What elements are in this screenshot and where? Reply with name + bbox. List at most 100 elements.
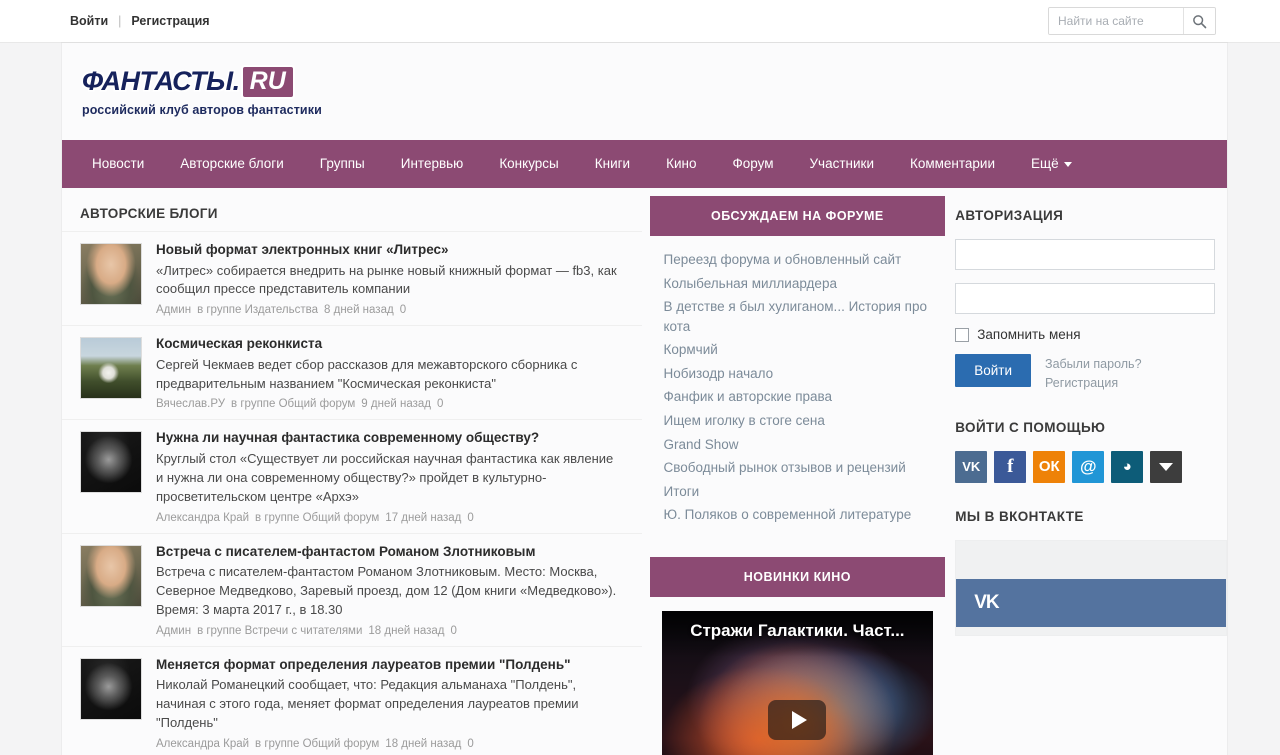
post-group[interactable]: в группе Общий форум <box>255 738 379 750</box>
nav-item-cinema[interactable]: Кино <box>648 140 714 188</box>
vkontakte-icon[interactable]: VK <box>955 450 988 483</box>
blog-post-item[interactable]: Меняется формат определения лауреатов пр… <box>62 645 642 755</box>
post-excerpt: Круглый стол «Существует ли российская н… <box>156 451 614 504</box>
site-header: ФАНТАСТЫ. RU российский клуб авторов фан… <box>62 43 1227 140</box>
post-title-link[interactable]: Новый формат электронных книг «Литрес» <box>156 241 624 259</box>
remember-me-checkbox[interactable] <box>955 327 970 342</box>
auth-panel-title: АВТОРИЗАЦИЯ <box>955 208 1064 223</box>
post-author[interactable]: Вячеслав.РУ <box>156 398 225 410</box>
logo-tagline: российский клуб авторов фантастики <box>82 102 322 117</box>
nav-item-groups[interactable]: Группы <box>302 140 383 188</box>
site-logo[interactable]: ФАНТАСТЫ. RU российский клуб авторов фан… <box>82 66 322 117</box>
vk-widget-bar: VK <box>956 578 1226 627</box>
list-item: В детстве я был хулиганом... История про… <box>664 297 932 336</box>
video-title: Стражи Галактики. Част... <box>690 620 905 640</box>
social-login-row: VK f ОК @ ◕ <box>955 450 1227 483</box>
blog-post-item[interactable]: Встреча с писателем-фантастом Романом Зл… <box>62 532 642 646</box>
register-link[interactable]: Регистрация <box>131 14 209 28</box>
top-bar-links: Войти | Регистрация <box>70 14 210 28</box>
post-thumbnail <box>80 544 142 607</box>
site-search <box>1048 7 1216 35</box>
post-comment-count: 0 <box>467 737 474 750</box>
search-button[interactable] <box>1183 8 1215 34</box>
password-field[interactable] <box>955 283 1216 314</box>
post-thumbnail <box>80 337 142 400</box>
forum-topic-link[interactable]: Ю. Поляков о современной литературе <box>664 507 912 522</box>
login-field[interactable] <box>955 239 1216 270</box>
more-providers-button[interactable] <box>1150 450 1183 483</box>
odnoklassniki-icon[interactable]: ОК <box>1033 450 1066 483</box>
forum-topic-link[interactable]: Кормчий <box>664 342 718 357</box>
forum-topic-link[interactable]: Переезд форума и обновленный сайт <box>664 252 902 267</box>
nav-item-forum[interactable]: Форум <box>714 140 791 188</box>
main-column: АВТОРСКИЕ БЛОГИ Новый формат электронных… <box>62 188 642 755</box>
post-date: 18 дней назад <box>385 737 462 750</box>
content-columns: АВТОРСКИЕ БЛОГИ Новый формат электронных… <box>62 188 1227 755</box>
post-group[interactable]: в группе Общий форум <box>231 398 355 410</box>
remember-me-label: Запомнить меня <box>977 327 1081 342</box>
post-title-link[interactable]: Меняется формат определения лауреатов пр… <box>156 656 624 674</box>
register-link-sidebar[interactable]: Регистрация <box>1045 374 1142 393</box>
post-comment-count: 0 <box>450 624 457 637</box>
nav-item-members[interactable]: Участники <box>791 140 892 188</box>
post-author[interactable]: Админ <box>156 304 191 316</box>
post-excerpt: Сергей Чекмаев ведет сбор рассказов для … <box>156 356 578 391</box>
post-author[interactable]: Админ <box>156 625 191 637</box>
play-button[interactable] <box>768 699 827 740</box>
blog-post-item[interactable]: Космическая реконкиста Сергей Чекмаев ве… <box>62 325 642 419</box>
forum-topic-link[interactable]: Ищем иголку в стоге сена <box>664 413 825 428</box>
vk-widget-title: МЫ В ВКОНТАКТЕ <box>955 508 1084 524</box>
post-group[interactable]: в группе Общий форум <box>255 512 379 524</box>
login-link[interactable]: Войти <box>70 14 108 28</box>
post-author[interactable]: Александра Край <box>156 512 249 524</box>
post-group[interactable]: в группе Издательства <box>197 304 318 316</box>
forum-topic-link[interactable]: Колыбельная миллиардера <box>664 276 837 291</box>
mailru-icon[interactable]: @ <box>1072 450 1105 483</box>
nav-item-contests[interactable]: Конкурсы <box>481 140 576 188</box>
page-title: АВТОРСКИЕ БЛОГИ <box>80 206 218 221</box>
auth-links: Забыли пароль? Регистрация <box>1045 354 1142 394</box>
nav-item-more[interactable]: Ещё <box>1013 140 1090 188</box>
list-item: Колыбельная миллиардера <box>664 274 932 294</box>
post-author[interactable]: Александра Край <box>156 738 249 750</box>
nav-item-interviews[interactable]: Интервью <box>383 140 482 188</box>
nav-item-books[interactable]: Книги <box>577 140 648 188</box>
search-input[interactable] <box>1049 8 1183 34</box>
remember-me-row: Запомнить меня <box>955 327 1227 342</box>
forgot-password-link[interactable]: Забыли пароль? <box>1045 355 1142 374</box>
blog-post-item[interactable]: Новый формат электронных книг «Литрес» «… <box>62 231 642 325</box>
post-meta: Александра Край в группе Общий форум 17 дн… <box>156 512 624 524</box>
forum-panel-title: ОБСУЖДАЕМ НА ФОРУМЕ <box>649 196 946 236</box>
topbar-separator: | <box>118 14 122 28</box>
chevron-down-icon <box>1159 462 1174 471</box>
nav-item-blogs[interactable]: Авторские блоги <box>162 140 302 188</box>
forum-topic-link[interactable]: В детстве я был хулиганом... История про… <box>664 299 928 334</box>
post-date: 17 дней назад <box>385 511 462 524</box>
forum-topic-link[interactable]: Фанфик и авторские права <box>664 389 833 404</box>
list-item: Свободный рынок отзывов и рецензий <box>664 458 932 478</box>
login-submit-button[interactable]: Войти <box>955 354 1032 387</box>
list-item: Переезд форума и обновленный сайт <box>664 250 932 270</box>
forum-topic-link[interactable]: Нобизодр начало <box>664 366 774 381</box>
post-meta: Админ в группе Издательства 8 дней назад 0 <box>156 304 624 316</box>
blog-post-item[interactable]: Нужна ли научная фантастика современному… <box>62 419 642 532</box>
auth-actions: Войти Забыли пароль? Регистрация <box>955 354 1227 394</box>
forum-topic-link[interactable]: Свободный рынок отзывов и рецензий <box>664 460 906 475</box>
post-title-link[interactable]: Встреча с писателем-фантастом Романом Зл… <box>156 543 624 561</box>
nav-item-comments[interactable]: Комментарии <box>892 140 1013 188</box>
post-thumbnail <box>80 657 142 720</box>
list-item: Ю. Поляков о современной литературе <box>664 505 932 525</box>
post-title-link[interactable]: Нужна ли научная фантастика современному… <box>156 429 624 447</box>
post-group[interactable]: в группе Встречи с читателями <box>197 625 362 637</box>
video-thumbnail[interactable]: Стражи Галактики. Част... <box>661 610 934 755</box>
forum-topic-link[interactable]: Итоги <box>664 484 700 499</box>
nav-item-news[interactable]: Новости <box>74 140 162 188</box>
forum-topic-link[interactable]: Grand Show <box>664 437 739 452</box>
facebook-icon[interactable]: f <box>994 450 1027 483</box>
livejournal-icon[interactable]: ◕ <box>1111 450 1144 483</box>
list-item: Grand Show <box>664 435 932 455</box>
vk-community-widget[interactable]: VK <box>955 539 1227 636</box>
post-date: 8 дней назад <box>324 304 394 317</box>
forum-topic-list: Переезд форума и обновленный сайт Колыбе… <box>664 250 932 525</box>
post-title-link[interactable]: Космическая реконкиста <box>156 335 624 353</box>
